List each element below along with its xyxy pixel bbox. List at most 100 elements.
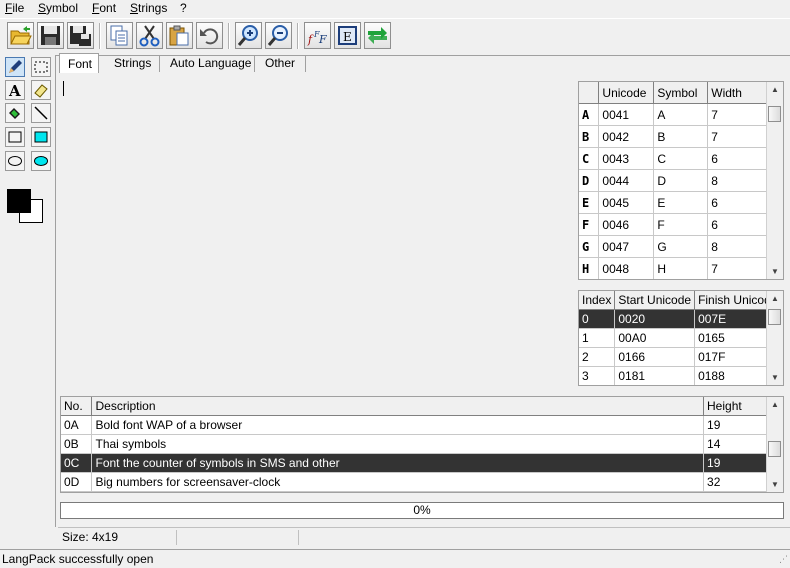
table-row[interactable]: 0A Bold font WAP of a browser 19 xyxy=(61,415,768,435)
menu-symbol[interactable]: Symbol xyxy=(38,1,78,15)
table-row[interactable]: 2 0166 017F xyxy=(579,347,782,367)
scroll-up-icon[interactable]: ▲ xyxy=(771,85,779,94)
tab-other[interactable]: Other xyxy=(257,53,303,73)
table-row[interactable]: 0D Big numbers for screensaver-clock 32 xyxy=(61,472,768,492)
symbol-cell: D xyxy=(653,169,709,192)
table-row[interactable]: 0C Font the counter of symbols in SMS and… xyxy=(61,453,768,473)
column-header-symbol[interactable]: Symbol xyxy=(653,82,709,104)
no-cell: 0C xyxy=(61,453,93,473)
copy-button[interactable] xyxy=(106,22,133,49)
table-row[interactable]: G 0047 G 8 xyxy=(579,235,768,258)
tab-auto-language[interactable]: Auto Language xyxy=(162,53,259,73)
select-tool-button[interactable] xyxy=(31,57,51,77)
menu-file[interactable]: File xyxy=(5,1,24,15)
description-cell: Font the counter of symbols in SMS and o… xyxy=(91,453,705,473)
fonts-scrollbar[interactable]: ▲ ▼ xyxy=(766,397,783,492)
paste-button[interactable] xyxy=(166,22,193,49)
svg-text:f: f xyxy=(307,33,314,46)
scroll-down-icon[interactable]: ▼ xyxy=(771,480,779,489)
symbols-table: Unicode Symbol Width A 0041 A 7 B 0042 B 7 C 0043… xyxy=(578,81,784,280)
table-row[interactable]: 0 0020 007E xyxy=(579,309,782,329)
table-row[interactable]: A 0041 A 7 xyxy=(579,103,768,126)
fill-tool-button[interactable] xyxy=(5,103,25,123)
ranges-scrollbar[interactable]: ▲ ▼ xyxy=(766,291,783,385)
start-unicode-cell: 00A0 xyxy=(614,328,696,348)
eraser-tool-button[interactable] xyxy=(31,80,51,100)
height-cell: 14 xyxy=(703,434,768,454)
cut-button[interactable] xyxy=(136,22,163,49)
table-row[interactable]: D 0044 D 8 xyxy=(579,169,768,192)
scroll-thumb[interactable] xyxy=(768,106,781,122)
progress-bar: 0% xyxy=(60,502,784,519)
resize-grip-icon[interactable]: ⋰ xyxy=(779,554,788,565)
scroll-down-icon[interactable]: ▼ xyxy=(771,267,779,276)
symbol-cell: C xyxy=(653,147,709,170)
glyph-preview: B xyxy=(579,125,600,148)
symbol-cell: G xyxy=(653,235,709,258)
no-cell: 0D xyxy=(61,472,93,492)
table-row[interactable]: H 0048 H 7 xyxy=(579,257,768,279)
line-tool-button[interactable] xyxy=(31,103,51,123)
height-cell: 19 xyxy=(703,453,768,473)
unicode-ranges-table: Index Start Unicode Finish Unicode 0 0020… xyxy=(578,290,784,386)
filled-ellipse-tool-button[interactable] xyxy=(31,151,51,171)
filled-rectangle-tool-button[interactable] xyxy=(31,127,51,147)
scroll-down-icon[interactable]: ▼ xyxy=(771,373,779,382)
menu-help[interactable]: ? xyxy=(180,1,187,15)
font-table-button[interactable]: E xyxy=(334,22,361,49)
text-tool-button[interactable]: A xyxy=(5,80,25,100)
open-button[interactable] xyxy=(7,22,34,49)
pencil-tool-button[interactable] xyxy=(5,57,25,77)
scroll-thumb[interactable] xyxy=(768,309,781,325)
symbols-table-header: Unicode Symbol Width xyxy=(579,82,768,104)
ellipse-tool-button[interactable] xyxy=(5,151,25,171)
menu-font[interactable]: Font xyxy=(92,1,116,15)
scroll-up-icon[interactable]: ▲ xyxy=(771,400,779,409)
convert-button[interactable] xyxy=(364,22,391,49)
undo-icon xyxy=(200,28,219,45)
rectangle-tool-button[interactable] xyxy=(5,127,25,147)
unicode-cell: 0043 xyxy=(598,147,655,170)
table-row[interactable]: C 0043 C 6 xyxy=(579,147,768,170)
table-row[interactable]: 1 00A0 0165 xyxy=(579,328,782,348)
scroll-thumb[interactable] xyxy=(768,441,781,457)
ranges-table-header: Index Start Unicode Finish Unicode xyxy=(579,291,782,310)
symbol-cell: A xyxy=(653,103,709,126)
column-header-no[interactable]: No. xyxy=(61,397,93,416)
save-button[interactable] xyxy=(37,22,64,49)
column-header-unicode[interactable]: Unicode xyxy=(598,82,655,104)
column-header-description[interactable]: Description xyxy=(91,397,705,416)
index-cell: 1 xyxy=(579,328,616,348)
table-row[interactable]: E 0045 E 6 xyxy=(579,191,768,214)
table-row[interactable]: 3 0181 0188 xyxy=(579,366,782,385)
undo-button[interactable] xyxy=(196,22,223,49)
unicode-cell: 0044 xyxy=(598,169,655,192)
scissors-icon xyxy=(139,25,160,47)
symbols-scrollbar[interactable]: ▲ ▼ xyxy=(766,82,783,279)
glyph-editor-canvas[interactable] xyxy=(60,77,576,391)
ellipse-outline-icon xyxy=(8,156,22,166)
tab-font[interactable]: Font xyxy=(59,53,99,73)
zoom-out-button[interactable] xyxy=(265,22,292,49)
tab-strings[interactable]: Strings xyxy=(106,53,159,73)
column-header-start-unicode[interactable]: Start Unicode xyxy=(614,291,696,310)
foreground-color-swatch[interactable] xyxy=(7,189,31,213)
menu-strings[interactable]: Strings xyxy=(130,1,167,15)
table-row[interactable]: F 0046 F 6 xyxy=(579,213,768,236)
zoom-in-button[interactable] xyxy=(235,22,262,49)
column-header-index[interactable]: Index xyxy=(579,291,616,310)
menu-bar: File Symbol Font Strings ? xyxy=(0,0,790,17)
symbol-cell: H xyxy=(653,257,709,279)
status-message: LangPack successfully open xyxy=(2,552,154,566)
width-cell: 6 xyxy=(707,213,768,236)
table-row[interactable]: 0B Thai symbols 14 xyxy=(61,434,768,454)
index-cell: 0 xyxy=(579,309,616,329)
font-properties-button[interactable]: fFF xyxy=(304,22,331,49)
column-header-height[interactable]: Height xyxy=(703,397,768,416)
table-row[interactable]: B 0042 B 7 xyxy=(579,125,768,148)
clipboard-paste-icon xyxy=(169,25,189,46)
paint-bucket-icon xyxy=(9,108,20,119)
scroll-up-icon[interactable]: ▲ xyxy=(771,294,779,303)
column-header-width[interactable]: Width xyxy=(707,82,768,104)
save-as-button[interactable] xyxy=(67,22,94,49)
